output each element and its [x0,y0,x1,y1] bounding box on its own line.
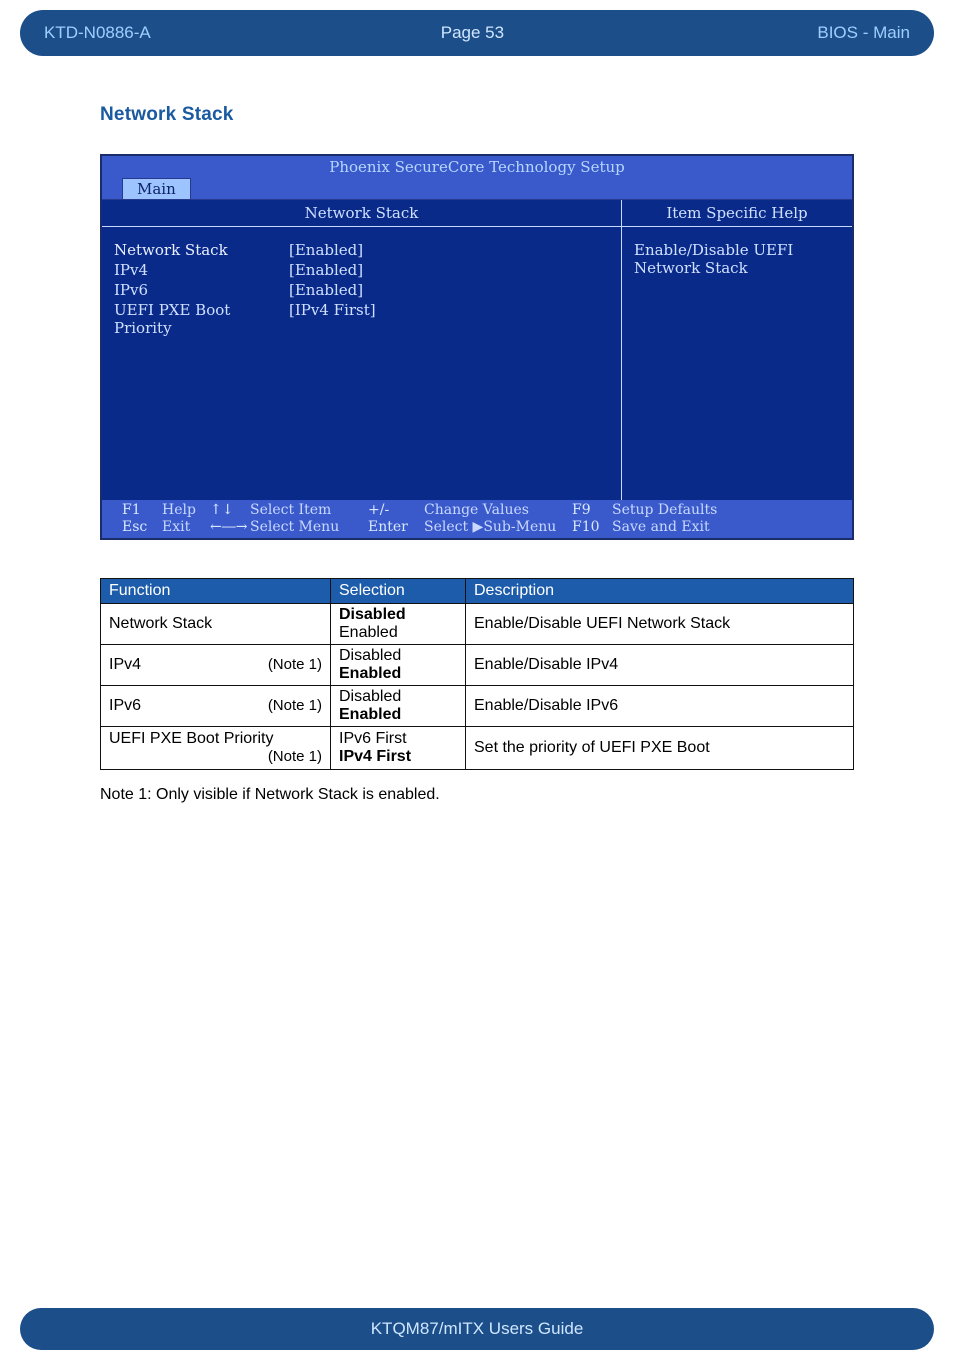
bios-key-action: Select Menu [250,519,368,536]
bios-key-action: Setup Defaults [612,502,717,519]
bios-key-action: Save and Exit [612,519,710,536]
bios-key-action: Select ▶Sub-Menu [424,519,572,536]
bios-option-row[interactable]: IPv6 [Enabled] [114,281,611,299]
footer-title: KTQM87/mITX Users Guide [371,1319,584,1339]
bios-key-action: Help [162,502,210,519]
description-cell: Enable/Disable IPv4 [466,645,854,686]
bios-tab-main[interactable]: Main [122,178,191,199]
bios-key: Enter [368,519,424,536]
table-row: UEFI PXE Boot Priority(Note 1)IPv6 First… [101,727,854,770]
bios-key: F1 [122,502,162,519]
function-table: Function Selection Description Network S… [100,578,854,770]
function-name: UEFI PXE Boot Priority [109,730,274,747]
bios-title: Phoenix SecureCore Technology Setup [102,156,852,178]
description-cell: Enable/Disable IPv6 [466,686,854,727]
section-heading: Network Stack [100,104,954,126]
function-note: (Note 1) [268,748,322,765]
col-description: Description [466,579,854,604]
selection-cell: DisabledEnabled [331,604,466,645]
doc-id: KTD-N0886-A [20,23,322,43]
arrows-leftright-icon: ←―→ [210,519,250,536]
function-cell: IPv6 (Note 1) [101,686,331,727]
function-cell: IPv4 (Note 1) [101,645,331,686]
selection-cell: IPv6 FirstIPv4 First [331,727,466,770]
table-body: Network StackDisabledEnabledEnable/Disab… [101,604,854,770]
bios-key-action: Select Item [250,502,368,519]
function-cell: Network Stack [101,604,331,645]
bios-option-value: [Enabled] [289,281,363,299]
bios-key-action: Change Values [424,502,572,519]
bios-left-panel: Network Stack Network Stack [Enabled] IP… [102,200,622,500]
bios-option-row[interactable]: Network Stack [Enabled] [114,241,611,259]
bios-key: F10 [572,519,612,536]
selection-option: Disabled [339,606,457,624]
function-note: (Note 1) [268,656,322,674]
function-note: (Note 1) [268,697,322,715]
col-selection: Selection [331,579,466,604]
bios-legend-row: F1 Help ↑↓ Select Item +/- Change Values… [122,502,848,519]
bios-legend-row: Esc Exit ←―→ Select Menu Enter Select ▶S… [122,519,848,536]
bios-option-row[interactable]: UEFI PXE Boot Priority [IPv4 First] [114,301,611,337]
table-header-row: Function Selection Description [101,579,854,604]
bios-help-panel: Item Specific Help Enable/Disable UEFI N… [622,200,852,500]
bios-option-value: [IPv4 First] [289,301,376,337]
selection-option: Enabled [339,665,457,683]
bios-screenshot: Phoenix SecureCore Technology Setup Main… [100,154,854,540]
bios-key-action: Exit [162,519,210,536]
bios-option-label: Network Stack [114,241,289,259]
table-row: Network StackDisabledEnabledEnable/Disab… [101,604,854,645]
section-name: BIOS - Main [623,23,934,43]
function-name: IPv4 [109,656,141,674]
bios-option-label: UEFI PXE Boot Priority [114,301,289,337]
description-cell: Enable/Disable UEFI Network Stack [466,604,854,645]
bios-key: Esc [122,519,162,536]
bios-option-value: [Enabled] [289,261,363,279]
note-1: Note 1: Only visible if Network Stack is… [100,786,854,804]
bios-tab-bar: Main [102,178,852,200]
bios-body: Network Stack Network Stack [Enabled] IP… [102,200,852,500]
selection-option: Enabled [339,624,457,642]
bios-option-label: IPv4 [114,261,289,279]
bios-option-label: IPv6 [114,281,289,299]
selection-option: IPv4 First [339,748,457,766]
selection-option: Disabled [339,688,457,706]
page-header: KTD-N0886-A Page 53 BIOS - Main [20,10,934,56]
selection-cell: DisabledEnabled [331,645,466,686]
page-number: Page 53 [322,23,624,43]
bios-key: +/- [368,502,424,519]
bios-left-heading: Network Stack [102,200,621,227]
bios-key: F9 [572,502,612,519]
table-row: IPv4(Note 1)DisabledEnabledEnable/Disabl… [101,645,854,686]
bios-option-value: [Enabled] [289,241,363,259]
arrows-updown-icon: ↑↓ [210,502,250,519]
page-footer: KTQM87/mITX Users Guide [20,1308,934,1350]
table-row: IPv6(Note 1)DisabledEnabledEnable/Disabl… [101,686,854,727]
selection-cell: DisabledEnabled [331,686,466,727]
bios-option-row[interactable]: IPv4 [Enabled] [114,261,611,279]
bios-key-legend: F1 Help ↑↓ Select Item +/- Change Values… [102,500,852,538]
function-name: IPv6 [109,697,141,715]
bios-help-text: Enable/Disable UEFI Network Stack [622,227,852,500]
selection-option: IPv6 First [339,730,457,748]
selection-option: Enabled [339,706,457,724]
bios-options-list: Network Stack [Enabled] IPv4 [Enabled] I… [102,227,621,500]
function-cell: UEFI PXE Boot Priority(Note 1) [101,727,331,770]
description-cell: Set the priority of UEFI PXE Boot [466,727,854,770]
col-function: Function [101,579,331,604]
bios-help-heading: Item Specific Help [622,200,852,227]
selection-option: Disabled [339,647,457,665]
